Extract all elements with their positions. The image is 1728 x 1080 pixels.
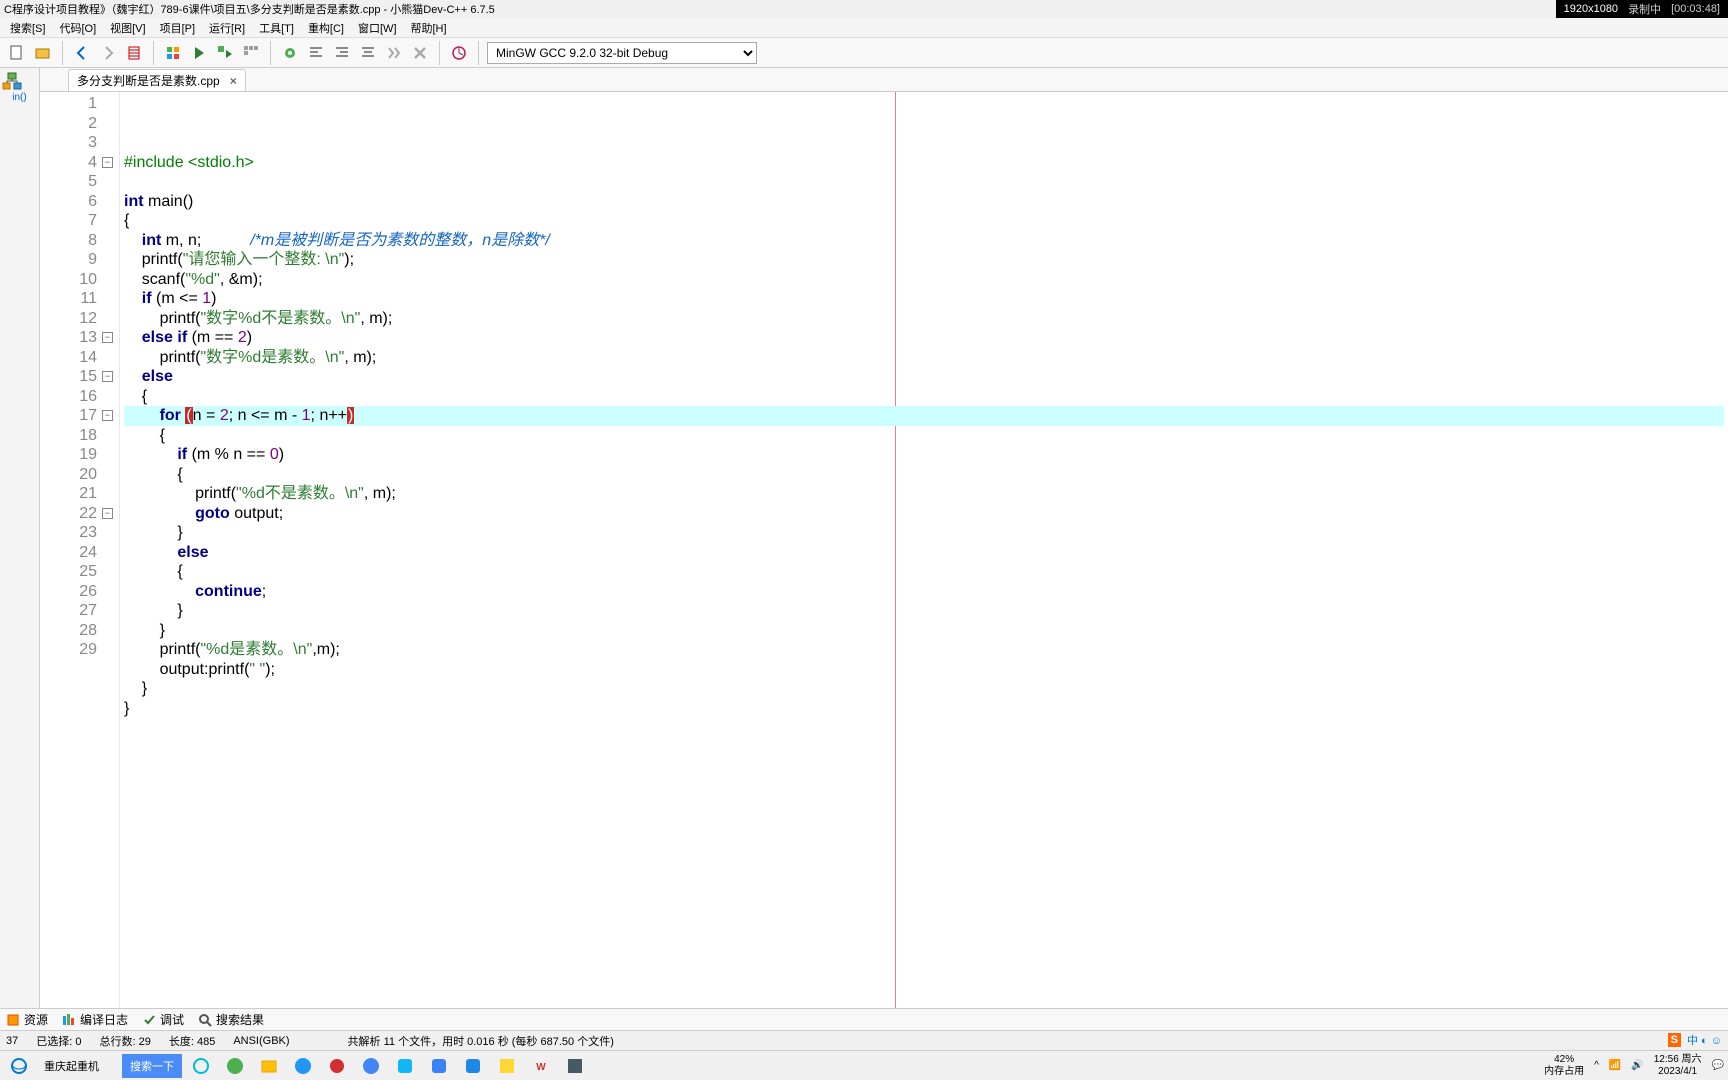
indent-right-icon[interactable] [331,42,353,64]
menu-item[interactable]: 重构[C] [302,18,350,38]
tray-net-icon[interactable]: 📶 [1609,1060,1621,1071]
tab-active[interactable]: 多分支判断是否是素数.cpp × [68,69,246,91]
menu-item[interactable]: 代码[O] [53,18,102,38]
compiler-select[interactable]: MinGW GCC 9.2.0 32-bit Debug [487,42,757,64]
menu-item[interactable]: 工具[T] [253,18,300,38]
class-tree-icon [2,72,37,90]
bottom-tab[interactable]: 搜索结果 [198,1011,264,1028]
back-icon[interactable] [71,42,93,64]
bottom-panel-tabs: 资源编译日志调试搜索结果 [0,1008,1728,1030]
menu-item[interactable]: 运行[R] [203,18,251,38]
status-total: 总行数: 29 [99,1033,150,1049]
toolbar: MinGW GCC 9.2.0 32-bit Debug [0,38,1728,68]
tab-label: 多分支判断是否是素数.cpp [77,72,220,89]
tab-bar: 多分支判断是否是素数.cpp × [40,68,1728,92]
explorer-icon[interactable] [254,1053,284,1079]
chrome-icon[interactable] [356,1053,386,1079]
system-tray: 42% 内存占用 ^ 📶 🔊 12:56 周六 2023/4/1 💬 [1544,1054,1724,1078]
todesk-icon[interactable] [458,1053,488,1079]
app-yellow-icon[interactable] [492,1053,522,1079]
compile-icon[interactable] [162,42,184,64]
stop-icon[interactable] [409,42,431,64]
compile-run-icon[interactable] [214,42,236,64]
bookmark-icon[interactable] [123,42,145,64]
menu-bar: 搜索[S]代码[O]视图[V]项目[P]运行[R]工具[T]重构[C]窗口[W]… [0,18,1728,38]
debug-icon[interactable] [279,42,301,64]
status-enc: ANSI(GBK) [233,1035,289,1047]
indent-left-icon[interactable] [305,42,327,64]
taskbar: 重庆起重机 搜索一下 W 42% 内存占用 ^ 📶 🔊 12:56 周六 202… [0,1050,1728,1080]
menu-item[interactable]: 视图[V] [104,18,151,38]
cortana-icon[interactable] [186,1053,216,1079]
status-bar: 37 已选择: 0 总行数: 29 长度: 485 ANSI(GBK) 共解析 … [0,1030,1728,1050]
search-button[interactable]: 搜索一下 [122,1054,182,1078]
devcpp-icon[interactable] [560,1053,590,1079]
rebuild-icon[interactable] [240,42,262,64]
tray-clock[interactable]: 12:56 周六 2023/4/1 [1654,1054,1702,1078]
run-icon[interactable] [188,42,210,64]
class-browser[interactable]: in() [0,68,40,1008]
ding-icon[interactable] [424,1053,454,1079]
menu-item[interactable]: 帮助[H] [405,18,453,38]
qq-icon[interactable] [390,1053,420,1079]
browser-icon[interactable] [288,1053,318,1079]
menu-item[interactable]: 窗口[W] [352,18,403,38]
svg-text:W: W [536,1062,546,1073]
window-title: C程序设计项目教程》（魏宇红）789-6课件\项目五\多分支判断是否是素数.cp… [4,1,495,17]
step-over-icon[interactable] [383,42,405,64]
notification-icon[interactable]: 💬 [1712,1060,1724,1071]
screen-dim: 1920x1080 [1564,3,1618,15]
rec-status: 录制中 [1628,1,1661,17]
format-icon[interactable] [357,42,379,64]
ime-icon[interactable]: S [1668,1033,1681,1047]
bottom-tab[interactable]: 编译日志 [62,1011,128,1028]
menu-item[interactable]: 搜索[S] [4,18,51,38]
edge-icon[interactable] [220,1053,250,1079]
open-file-icon[interactable] [32,42,54,64]
ie-icon[interactable] [4,1053,34,1079]
rec-time: [00:03:48] [1671,3,1720,15]
tray-mem[interactable]: 42% 内存占用 [1544,1054,1584,1078]
recorder-overlay: 1920x1080 录制中 [00:03:48] [1556,0,1728,18]
new-file-icon[interactable] [6,42,28,64]
status-len: 长度: 485 [169,1033,215,1049]
ime-lang[interactable]: 中 ◐ ☺ [1687,1032,1722,1048]
gutter: 1234−5678910111213−1415−1617−1819202122−… [40,92,120,1008]
tray-vol-icon[interactable]: 🔊 [1631,1060,1643,1071]
close-icon[interactable]: × [230,74,237,88]
taskbar-search[interactable]: 重庆起重机 [38,1055,118,1077]
status-sel: 已选择: 0 [36,1033,81,1049]
code-content[interactable]: #include <stdio.h>int main(){ int m, n; … [120,92,1728,1008]
tray-up-icon[interactable]: ^ [1594,1060,1599,1071]
bottom-tab[interactable]: 调试 [142,1011,184,1028]
title-bar: C程序设计项目教程》（魏宇红）789-6课件\项目五\多分支判断是否是素数.cp… [0,0,1728,18]
code-editor[interactable]: 1234−5678910111213−1415−1617−1819202122−… [40,92,1728,1008]
profile-icon[interactable] [448,42,470,64]
forward-icon[interactable] [97,42,119,64]
wps-icon[interactable]: W [526,1053,556,1079]
record-icon[interactable] [322,1053,352,1079]
left-panel-label: in() [2,92,37,103]
menu-item[interactable]: 项目[P] [154,18,201,38]
status-col: 37 [6,1035,18,1047]
status-parse: 共解析 11 个文件，用时 0.016 秒 (每秒 687.50 个文件) [348,1033,614,1049]
bottom-tab[interactable]: 资源 [6,1011,48,1028]
